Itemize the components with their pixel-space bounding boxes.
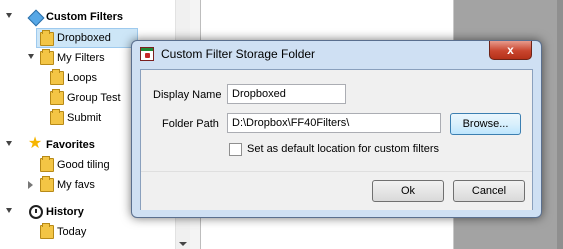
- scroll-down-arrow-icon[interactable]: [179, 242, 187, 246]
- expand-icon[interactable]: [6, 208, 12, 213]
- tree-item-label: Today: [57, 226, 87, 238]
- custom-filters-cube-icon: [27, 9, 45, 27]
- folder-icon: [40, 49, 54, 65]
- folder-icon: [40, 156, 54, 172]
- folder-path-label: Folder Path: [162, 118, 219, 130]
- cancel-button[interactable]: Cancel: [453, 180, 525, 202]
- close-button[interactable]: x: [489, 41, 532, 60]
- tree-item-label: Good tiling: [57, 159, 110, 171]
- tree-item-label: Custom Filters: [46, 11, 124, 23]
- tree-item-label: History: [46, 206, 84, 218]
- ok-button[interactable]: Ok: [372, 180, 444, 202]
- folder-icon: [40, 30, 54, 46]
- clock-icon: [29, 205, 43, 219]
- display-name-input[interactable]: [227, 84, 346, 104]
- dialog-footer: Ok Cancel: [141, 171, 532, 210]
- collapsed-expand-icon[interactable]: [28, 181, 33, 189]
- tree-item-today[interactable]: Today: [0, 222, 175, 242]
- tree-item-label: My Filters: [57, 52, 105, 64]
- default-location-checkbox[interactable]: [229, 143, 242, 156]
- folder-icon: [40, 176, 54, 192]
- dialog-title: Custom Filter Storage Folder: [161, 47, 316, 61]
- star-icon: ★: [27, 135, 43, 152]
- tree-item-label: Group Test: [67, 92, 121, 104]
- browse-button[interactable]: Browse...: [450, 113, 521, 135]
- folder-icon: [40, 223, 54, 239]
- tree-item-label: Loops: [67, 72, 97, 84]
- expand-icon[interactable]: [6, 13, 12, 18]
- default-location-label[interactable]: Set as default location for custom filte…: [247, 143, 439, 155]
- folder-path-input[interactable]: [227, 113, 441, 133]
- tree-item-custom-filters[interactable]: Custom Filters: [0, 7, 175, 27]
- tree-item-label: Dropboxed: [57, 32, 111, 44]
- storage-folder-dialog: Custom Filter Storage Folder x Display N…: [131, 40, 542, 218]
- display-name-label: Display Name: [153, 89, 222, 101]
- tree-item-label: My favs: [57, 179, 95, 191]
- app-icon: [140, 47, 154, 61]
- folder-icon: [50, 109, 64, 125]
- tree-item-label: Submit: [67, 112, 102, 124]
- dialog-body: Display Name Folder Path Browse... Set a…: [140, 69, 533, 210]
- tree-item-dropboxed[interactable]: Dropboxed: [36, 28, 138, 48]
- close-icon: x: [507, 43, 514, 57]
- folder-icon: [50, 69, 64, 85]
- expand-icon[interactable]: [28, 54, 34, 59]
- expand-icon[interactable]: [6, 141, 12, 146]
- folder-icon: [50, 89, 64, 105]
- tree-item-label: Favorites: [46, 139, 95, 151]
